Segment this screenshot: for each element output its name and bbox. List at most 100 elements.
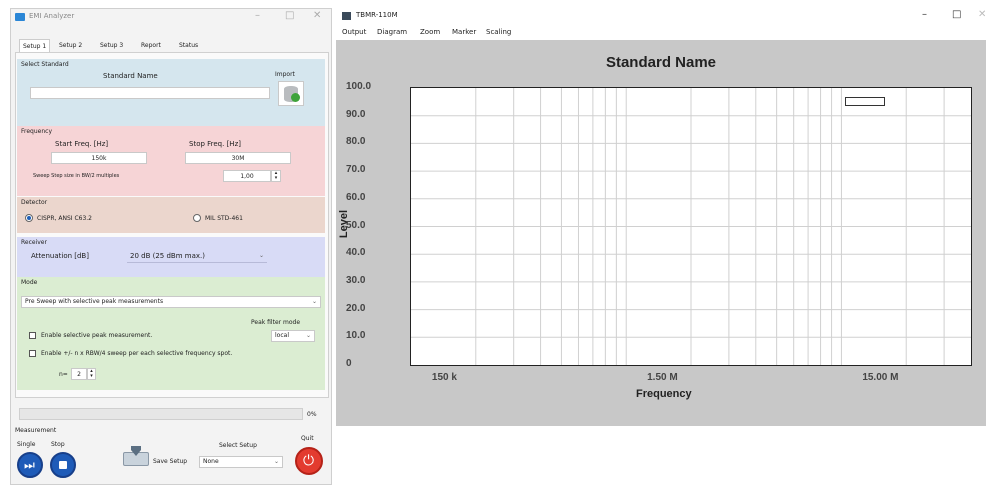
- step-forward-icon: ⏭: [24, 458, 35, 472]
- stop-freq-label: Stop Freq. [Hz]: [189, 140, 241, 148]
- select-setup-value: None: [203, 458, 219, 465]
- x-axis-label: Frequency: [636, 388, 692, 400]
- plot-grid: [411, 88, 971, 365]
- attenuation-value: 20 dB (25 dBm max.): [130, 252, 205, 260]
- mode-label: Mode: [21, 279, 38, 286]
- standard-name-label: Standard Name: [103, 72, 158, 80]
- select-setup-label: Select Setup: [219, 442, 257, 449]
- frequency-panel: Frequency Start Freq. [Hz] Stop Freq. [H…: [17, 126, 325, 196]
- tab-setup-3[interactable]: Setup 3: [97, 39, 126, 52]
- y-tick-label: 40.0: [346, 247, 366, 259]
- close-icon[interactable]: ✕: [978, 9, 986, 20]
- progress-label: 0%: [307, 411, 317, 418]
- select-standard-label: Select Standard: [21, 61, 69, 68]
- menu-zoom[interactable]: Zoom: [420, 24, 440, 40]
- select-setup-dropdown[interactable]: None ⌄: [199, 456, 283, 468]
- enable-sweep-checkbox[interactable]: [29, 350, 36, 357]
- detector-label: Detector: [21, 199, 48, 206]
- y-tick-label: 50.0: [346, 219, 366, 231]
- y-tick-label: 100.0: [346, 81, 372, 92]
- sweep-step-label: Sweep Step size in BW/2 multiples: [33, 173, 120, 179]
- import-label: Import: [275, 71, 295, 78]
- chevron-down-icon: ⌄: [305, 332, 311, 339]
- y-tick-label: 60.0: [346, 191, 366, 203]
- right-title-bar: TBMR-110M – □ ✕: [336, 8, 986, 24]
- enable-selective-label: Enable selective peak measurement.: [41, 332, 153, 339]
- y-tick-label: 80.0: [346, 136, 366, 148]
- legend-box: [845, 97, 885, 106]
- close-icon[interactable]: ✕: [313, 10, 321, 21]
- n-label: n=: [59, 371, 68, 378]
- maximize-icon[interactable]: □: [285, 10, 294, 21]
- y-tick-label: 0: [346, 358, 352, 369]
- menu-scaling[interactable]: Scaling: [486, 24, 511, 40]
- chart-title: Standard Name: [605, 54, 717, 71]
- tab-setup-2[interactable]: Setup 2: [56, 39, 85, 52]
- detector-panel: Detector CISPR, ANSI C63.2 MIL STD-461: [17, 197, 325, 233]
- progress-bar: [19, 408, 303, 420]
- title-bar: EMI Analyzer – □ ✕: [11, 9, 331, 27]
- start-freq-label: Start Freq. [Hz]: [55, 140, 109, 148]
- chevron-down-icon: ⌄: [273, 458, 279, 465]
- sweep-step-spinner[interactable]: ▴ ▾: [271, 170, 281, 182]
- peak-filter-value: local: [275, 332, 289, 339]
- chevron-down-icon: ⌄: [311, 298, 317, 305]
- emi-analyzer-window: EMI Analyzer – □ ✕ Setup 1 Setup 2 Setup…: [10, 8, 332, 485]
- chevron-down-icon: ⌄: [258, 252, 264, 259]
- cispr-label: CISPR, ANSI C63.2: [37, 215, 92, 222]
- quit-label: Quit: [301, 435, 314, 442]
- tab-setup-1[interactable]: Setup 1: [19, 39, 51, 53]
- mode-panel: Mode Pre Sweep with selective peak measu…: [17, 277, 325, 390]
- app-icon: [342, 12, 351, 20]
- right-window-title: TBMR-110M: [356, 11, 398, 19]
- measurement-label: Measurement: [15, 427, 57, 434]
- menu-marker[interactable]: Marker: [452, 24, 476, 40]
- maximize-icon[interactable]: □: [952, 9, 961, 20]
- y-tick-label: 90.0: [346, 108, 366, 120]
- tbmr-window: TBMR-110M – □ ✕ Output Diagram Zoom Mark…: [336, 8, 986, 426]
- minimize-icon[interactable]: –: [255, 10, 260, 21]
- enable-sweep-label: Enable +/- n x RBW/4 sweep per each sele…: [41, 350, 233, 357]
- import-button[interactable]: [278, 81, 304, 106]
- window-title: EMI Analyzer: [29, 12, 75, 20]
- n-spinner[interactable]: ▴ ▾: [87, 368, 96, 380]
- x-tick-label: 1.50 M: [647, 372, 678, 383]
- app-icon: [15, 13, 25, 21]
- mil-std-label: MIL STD-461: [205, 215, 243, 222]
- peak-filter-select[interactable]: local ⌄: [271, 330, 315, 342]
- menu-diagram[interactable]: Diagram: [377, 24, 407, 40]
- stop-label: Stop: [51, 441, 65, 448]
- n-input[interactable]: 2: [71, 368, 87, 380]
- tab-report[interactable]: Report: [138, 39, 164, 52]
- menu-bar: Output Diagram Zoom Marker Scaling: [336, 24, 986, 40]
- green-arrow-icon: [291, 93, 300, 102]
- chart-area: Standard Name Level Frequency 0 10.0 20.0 3…: [336, 40, 986, 426]
- save-setup-label: Save Setup: [153, 458, 188, 465]
- quit-button[interactable]: ⏻: [295, 447, 323, 475]
- peak-filter-label: Peak filter mode: [251, 319, 301, 326]
- tab-status[interactable]: Status: [176, 39, 201, 52]
- stop-freq-input[interactable]: 30M: [185, 152, 291, 164]
- attenuation-label: Attenuation [dB]: [31, 252, 89, 260]
- frequency-label: Frequency: [21, 128, 52, 135]
- y-tick-label: 70.0: [346, 164, 366, 176]
- select-standard-panel: Select Standard Standard Name Import: [17, 59, 325, 126]
- stop-button[interactable]: [50, 452, 76, 478]
- mode-select[interactable]: Pre Sweep with selective peak measuremen…: [21, 296, 321, 308]
- cispr-radio[interactable]: [25, 214, 33, 222]
- mil-std-radio[interactable]: [193, 214, 201, 222]
- standard-name-field[interactable]: [30, 87, 270, 99]
- y-tick-label: 10.0: [346, 330, 366, 342]
- minimize-icon[interactable]: –: [922, 9, 927, 20]
- attenuation-select[interactable]: 20 dB (25 dBm max.) ⌄: [127, 251, 267, 263]
- enable-selective-checkbox[interactable]: [29, 332, 36, 339]
- start-freq-input[interactable]: 150k: [51, 152, 147, 164]
- y-tick-label: 30.0: [346, 274, 366, 286]
- save-setup-button[interactable]: [123, 446, 151, 470]
- single-button[interactable]: ⏭: [17, 452, 43, 478]
- menu-output[interactable]: Output: [342, 24, 366, 40]
- sweep-step-input[interactable]: 1,00: [223, 170, 271, 182]
- receiver-label: Receiver: [21, 239, 47, 246]
- plot-area: [410, 87, 972, 366]
- x-tick-label: 150 k: [431, 372, 457, 383]
